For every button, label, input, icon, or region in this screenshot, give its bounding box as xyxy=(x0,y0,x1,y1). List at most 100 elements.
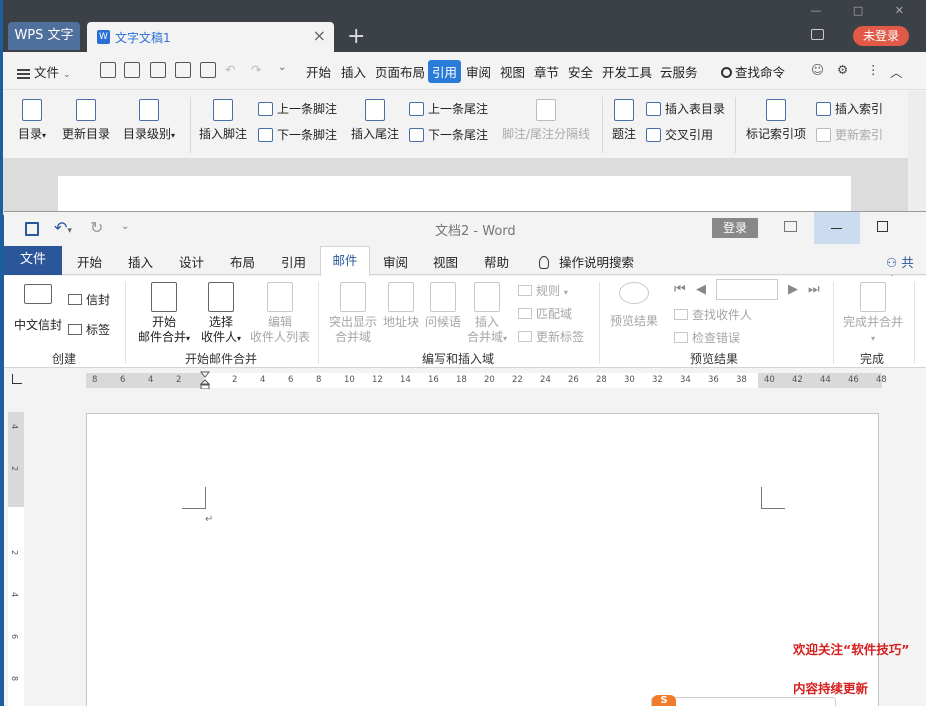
more-options-icon[interactable]: ⋮ xyxy=(867,62,880,77)
wps-tab-references[interactable]: 引用 xyxy=(428,60,462,83)
envelopes-button[interactable]: 信封 xyxy=(68,291,110,308)
indent-marker-icon[interactable] xyxy=(200,371,210,389)
print-preview-icon[interactable] xyxy=(200,62,216,78)
wps-document-tab[interactable]: W 文字文稿1 × xyxy=(87,22,334,52)
word-tab-insert[interactable]: 插入 xyxy=(128,252,153,271)
update-toc-button[interactable]: 更新目录 xyxy=(58,99,114,142)
wps-tab-cloud[interactable]: 云服务 xyxy=(660,62,698,81)
print-icon[interactable] xyxy=(175,62,191,78)
minimize-button[interactable] xyxy=(814,212,860,244)
address-block-button[interactable]: 地址块 xyxy=(381,282,421,330)
wps-tab-insert[interactable]: 插入 xyxy=(341,62,366,81)
ribbon-display-options-icon[interactable] xyxy=(784,221,797,232)
horizontal-ruler[interactable]: 8 6 4 2 2 4 6 8 10 12 14 16 18 20 22 24 26 28 30 32 34 36 38 40… xyxy=(4,369,926,391)
insert-merge-field-button[interactable]: 插入 合并域▾ xyxy=(464,282,510,346)
record-number-input[interactable] xyxy=(716,279,778,300)
word-login-button[interactable]: 登录 xyxy=(712,218,758,238)
window-controls[interactable]: — □ ✕ xyxy=(810,4,918,17)
wps-login-button[interactable]: 未登录 xyxy=(853,26,909,46)
wps-tab-security[interactable]: 安全 xyxy=(568,62,593,81)
word-tab-review[interactable]: 审阅 xyxy=(383,252,408,271)
open-icon[interactable] xyxy=(100,62,116,78)
find-recipient-button[interactable]: 查找收件人 xyxy=(674,306,752,323)
mark-index-entry-button[interactable]: 标记索引项 xyxy=(743,99,809,142)
insert-footnote-button[interactable]: 插入脚注 xyxy=(196,99,250,142)
select-recipients-button[interactable]: 选择 收件人▾ xyxy=(194,282,248,346)
customize-toolbar-icon[interactable]: ⌄ xyxy=(121,221,129,232)
wps-command-search[interactable]: 查找命令 xyxy=(721,62,785,81)
previous-record-icon[interactable]: ◀ xyxy=(696,282,706,297)
undo-icon[interactable]: ↶ xyxy=(225,62,235,77)
word-tab-view[interactable]: 视图 xyxy=(433,252,458,271)
caption-button[interactable]: 题注 xyxy=(609,99,639,142)
tab-selector-icon[interactable] xyxy=(12,374,22,384)
edit-recipient-list-button[interactable]: 编辑 收件人列表 xyxy=(247,282,313,345)
save-icon[interactable] xyxy=(124,62,140,78)
wps-vertical-scrollbar[interactable] xyxy=(908,91,926,215)
vertical-ruler[interactable]: 4 2 2 4 6 8 xyxy=(8,412,24,706)
footnote-separator-button[interactable]: 脚注/尾注分隔线 xyxy=(498,99,594,142)
close-tab-icon[interactable]: × xyxy=(313,26,326,45)
redo-icon[interactable]: ↻ xyxy=(90,218,103,237)
update-index-button[interactable]: 更新索引 xyxy=(816,126,883,143)
wps-tab-developer[interactable]: 开发工具 xyxy=(602,62,652,81)
start-mail-merge-button[interactable]: 开始 邮件合并▾ xyxy=(134,282,194,346)
next-endnote-button[interactable]: 下一条尾注 xyxy=(409,126,488,143)
next-footnote-button[interactable]: 下一条脚注 xyxy=(258,126,337,143)
maximize-button[interactable] xyxy=(877,221,888,232)
last-record-icon[interactable]: ⏭ xyxy=(808,282,820,297)
insert-table-of-figures-button[interactable]: 插入表目录 xyxy=(646,100,725,117)
collapse-ribbon-icon[interactable]: ︿ xyxy=(890,62,903,81)
ruler-tick-label: 10 xyxy=(344,375,355,385)
update-labels-button[interactable]: 更新标签 xyxy=(518,328,584,345)
cross-reference-button[interactable]: 交叉引用 xyxy=(646,126,713,143)
save-icon[interactable] xyxy=(25,222,39,236)
pdf-icon[interactable] xyxy=(150,62,166,78)
wps-tab-page-layout[interactable]: 页面布局 xyxy=(375,62,425,81)
toc-button[interactable]: 目录▾ xyxy=(13,99,51,142)
more-icon[interactable]: ⌄ xyxy=(278,62,286,73)
word-page[interactable]: ↵ xyxy=(86,413,879,706)
preview-results-button[interactable]: 预览结果 xyxy=(606,282,662,329)
chinese-envelope-button[interactable]: 中文信封 xyxy=(12,284,64,333)
sogou-ime-icon[interactable]: S xyxy=(652,695,676,706)
gear-icon[interactable]: ⚙ xyxy=(837,62,848,77)
word-tab-home[interactable]: 开始 xyxy=(77,252,102,271)
wps-tab-chapter[interactable]: 章节 xyxy=(534,62,559,81)
first-record-icon[interactable]: ⏮ xyxy=(674,282,686,297)
help-icon[interactable]: ☺ xyxy=(811,62,824,77)
toc-level-button[interactable]: 目录级别▾ xyxy=(118,99,180,142)
redo-icon[interactable]: ↷ xyxy=(251,62,261,77)
tab-list-icon[interactable] xyxy=(811,29,824,40)
highlight-merge-fields-button[interactable]: 突出显示 合并域 xyxy=(326,282,380,345)
word-tab-layout[interactable]: 布局 xyxy=(230,252,255,271)
prev-endnote-button[interactable]: 上一条尾注 xyxy=(409,100,488,117)
rules-button[interactable]: 规则 ▾ xyxy=(518,282,568,299)
new-tab-button[interactable]: + xyxy=(347,24,365,49)
wps-page[interactable] xyxy=(58,176,851,216)
wps-tab-view[interactable]: 视图 xyxy=(500,62,525,81)
word-file-tab[interactable]: 文件 xyxy=(4,246,62,275)
word-tab-help[interactable]: 帮助 xyxy=(484,252,509,271)
insert-endnote-button[interactable]: 插入尾注 xyxy=(348,99,402,142)
prev-footnote-button[interactable]: 上一条脚注 xyxy=(258,100,337,117)
ime-toolbar[interactable] xyxy=(651,697,836,706)
labels-button[interactable]: 标签 xyxy=(68,321,110,338)
word-tab-design[interactable]: 设计 xyxy=(179,252,204,271)
ruler-tick-label: 48 xyxy=(876,375,887,385)
rules-icon xyxy=(518,285,532,296)
tell-me-search[interactable]: 操作说明搜索 xyxy=(539,252,634,271)
finish-merge-button[interactable]: 完成并合并 ▾ xyxy=(840,282,906,346)
next-record-icon[interactable]: ▶ xyxy=(788,282,798,297)
insert-index-button[interactable]: 插入索引 xyxy=(816,100,883,117)
wps-app-tab[interactable]: WPS 文字 xyxy=(8,22,80,50)
word-tab-references[interactable]: 引用 xyxy=(281,252,306,271)
wps-tab-home[interactable]: 开始 xyxy=(306,62,331,81)
word-tab-mailings[interactable]: 邮件 xyxy=(320,246,370,276)
match-fields-button[interactable]: 匹配域 xyxy=(518,305,572,322)
wps-tab-review[interactable]: 审阅 xyxy=(466,62,491,81)
greeting-line-button[interactable]: 问候语 xyxy=(423,282,463,330)
undo-icon[interactable]: ↶▾ xyxy=(54,218,72,237)
wps-file-menu[interactable]: 文件 ⌄ xyxy=(17,62,71,81)
check-errors-button[interactable]: 检查错误 xyxy=(674,329,740,346)
